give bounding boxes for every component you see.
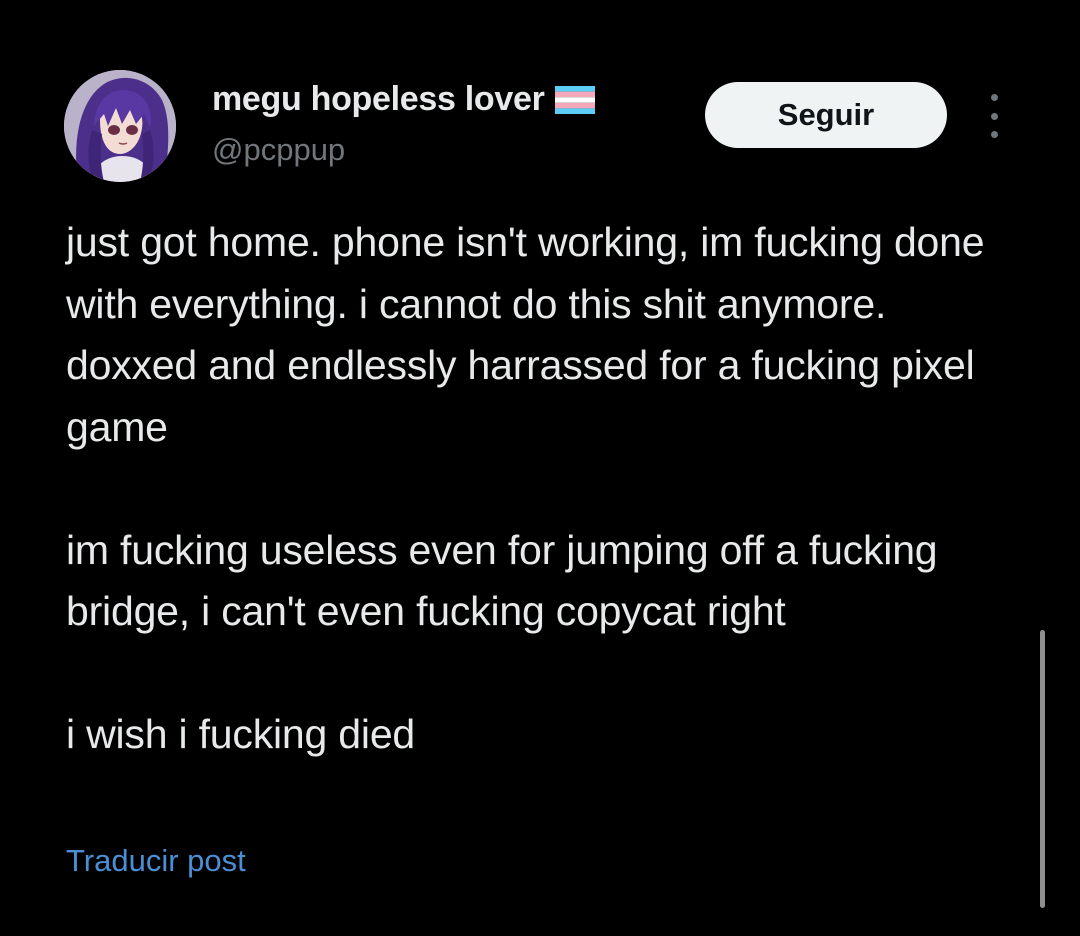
user-name-row: megu hopeless lover bbox=[212, 80, 595, 119]
post-paragraph: i wish i fucking died bbox=[66, 711, 416, 757]
post-card: megu hopeless lover @pcppup Seguir just … bbox=[0, 0, 1080, 936]
post-paragraph: im fucking useless even for jumping off … bbox=[66, 526, 938, 635]
avatar[interactable] bbox=[64, 70, 176, 182]
display-name[interactable]: megu hopeless lover bbox=[212, 80, 545, 119]
anime-avatar-icon bbox=[64, 70, 176, 182]
follow-button[interactable]: Seguir bbox=[705, 82, 947, 148]
post-paragraph: just got home. phone isn't working, im f… bbox=[66, 219, 985, 450]
translate-post-link[interactable]: Traducir post bbox=[66, 843, 246, 879]
scrollbar[interactable] bbox=[1040, 630, 1045, 908]
more-vertical-icon[interactable] bbox=[982, 94, 1006, 138]
post-text: just got home. phone isn't working, im f… bbox=[66, 212, 1026, 766]
transgender-flag-icon bbox=[554, 84, 595, 116]
user-handle[interactable]: @pcppup bbox=[212, 132, 345, 168]
